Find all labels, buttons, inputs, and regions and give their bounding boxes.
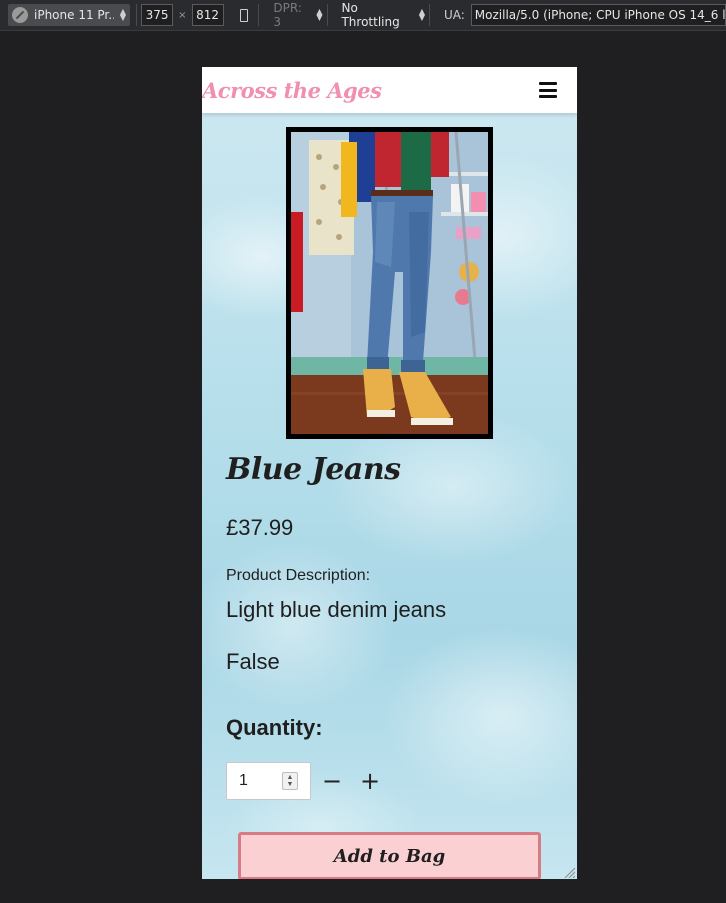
- dpr-select[interactable]: DPR: 3 ▲ ▼: [273, 1, 322, 29]
- toolbar-divider: [136, 4, 137, 26]
- device-name: iPhone 11 Pr...: [34, 8, 114, 22]
- toolbar-divider: [326, 4, 328, 26]
- user-agent-label: UA:: [443, 8, 465, 22]
- hamburger-menu-icon[interactable]: [539, 82, 557, 98]
- device-select[interactable]: iPhone 11 Pr... ▲ ▼: [8, 4, 130, 26]
- quantity-label: Quantity:: [226, 715, 323, 740]
- chevron-updown-icon: ▲ ▼: [316, 7, 323, 22]
- product-image: [286, 127, 493, 439]
- site-navbar: Across the Ages: [202, 67, 577, 113]
- rotate-button[interactable]: [234, 4, 255, 26]
- height-input[interactable]: 812: [191, 4, 224, 26]
- quantity-input[interactable]: 1 ▲ ▼: [226, 762, 311, 800]
- decrement-quantity-button[interactable]: −: [318, 767, 346, 795]
- toolbar-divider: [429, 4, 430, 26]
- chevron-updown-icon: ▲ ▼: [119, 7, 126, 22]
- site-brand-link[interactable]: Across the Ages: [202, 78, 382, 103]
- quantity-value: 1: [239, 772, 248, 789]
- throttling-label: No Throttling: [341, 1, 400, 29]
- product-flag-text: False: [226, 649, 280, 674]
- number-spinner-icon[interactable]: ▲ ▼: [282, 772, 298, 790]
- rotate-icon: [240, 8, 249, 22]
- product-photo: [291, 132, 488, 434]
- product-price: £37.99: [226, 515, 294, 540]
- increment-quantity-button[interactable]: +: [356, 767, 384, 795]
- resize-grip-icon[interactable]: [563, 866, 575, 878]
- add-to-bag-button[interactable]: Add to Bag: [238, 832, 541, 879]
- user-agent-input[interactable]: Mozilla/5.0 (iPhone; CPU iPhone OS 14_6 …: [470, 4, 726, 26]
- product-description-label: Product Description:: [226, 567, 371, 584]
- device-icon: [12, 7, 28, 23]
- product-description: Light blue denim jeans: [226, 597, 447, 622]
- device-viewport: Across the Ages Blue Jeans £37.99 Produc…: [202, 67, 577, 879]
- dimension-separator: ×: [178, 9, 187, 21]
- devtools-device-toolbar: iPhone 11 Pr... ▲ ▼ 375 × 812 DPR: 3 ▲ ▼ N…: [0, 0, 726, 31]
- chevron-updown-icon: ▲ ▼: [418, 7, 426, 22]
- product-name: Blue Jeans: [226, 452, 401, 487]
- width-input[interactable]: 375: [140, 4, 174, 26]
- dpr-label: DPR: 3: [273, 1, 302, 29]
- throttling-select[interactable]: No Throttling ▲ ▼: [341, 1, 425, 29]
- toolbar-divider: [258, 4, 260, 26]
